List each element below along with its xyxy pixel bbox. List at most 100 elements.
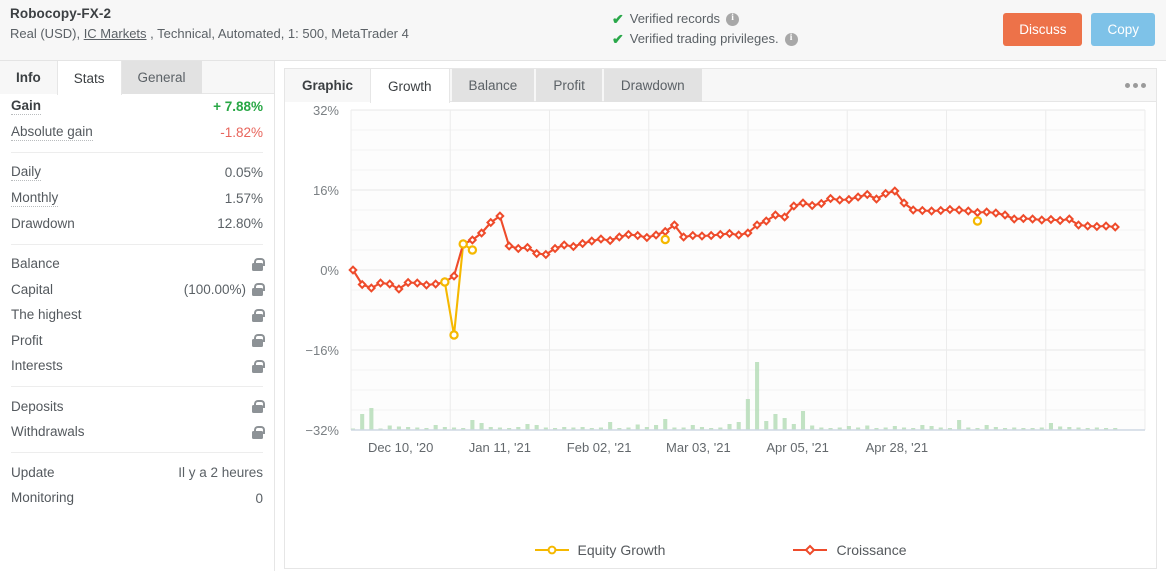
- croissance-point[interactable]: [1027, 214, 1038, 224]
- equity-point[interactable]: [972, 216, 983, 226]
- croissance-point[interactable]: [807, 200, 817, 211]
- stat-label[interactable]: Monthly: [11, 190, 59, 207]
- broker-link[interactable]: IC Markets: [84, 26, 147, 41]
- croissance-point[interactable]: [880, 188, 891, 199]
- tab-growth[interactable]: Growth: [370, 69, 450, 103]
- croissance-point[interactable]: [899, 198, 909, 208]
- croissance-point[interactable]: [1000, 210, 1010, 220]
- croissance-point[interactable]: [568, 241, 579, 252]
- kebab-horizontal-icon[interactable]: [1125, 69, 1146, 102]
- croissance-point[interactable]: [752, 220, 762, 230]
- croissance-point[interactable]: [531, 248, 542, 259]
- tab-balance[interactable]: Balance: [451, 69, 535, 102]
- equity-point[interactable]: [467, 245, 478, 255]
- croissance-point[interactable]: [798, 198, 808, 208]
- legend-item[interactable]: Equity Growth: [534, 542, 665, 558]
- croissance-point[interactable]: [835, 195, 845, 205]
- sidebar-tab-general[interactable]: General: [121, 61, 202, 94]
- croissance-point[interactable]: [596, 234, 606, 244]
- croissance-point[interactable]: [853, 192, 863, 202]
- discuss-button[interactable]: Discuss: [1003, 13, 1083, 46]
- croissance-point[interactable]: [1009, 214, 1019, 224]
- croissance-point[interactable]: [660, 226, 670, 237]
- croissance-point[interactable]: [550, 243, 560, 254]
- croissance-point[interactable]: [733, 230, 744, 240]
- croissance-point[interactable]: [1064, 214, 1075, 224]
- info-icon[interactable]: i: [784, 32, 798, 46]
- croissance-point[interactable]: [706, 230, 716, 241]
- croissance-point[interactable]: [1037, 215, 1047, 225]
- croissance-point[interactable]: [1110, 222, 1120, 232]
- croissance-point[interactable]: [715, 229, 726, 240]
- tab-drawdown[interactable]: Drawdown: [603, 69, 702, 102]
- croissance-point[interactable]: [770, 210, 781, 220]
- stat-label[interactable]: Absolute gain: [11, 124, 93, 141]
- croissance-point[interactable]: [917, 205, 928, 216]
- croissance-point[interactable]: [366, 283, 377, 293]
- croissance-point[interactable]: [421, 280, 432, 290]
- croissance-point[interactable]: [412, 278, 422, 288]
- croissance-point[interactable]: [697, 231, 707, 241]
- croissance-point[interactable]: [486, 217, 496, 228]
- croissance-point[interactable]: [678, 232, 689, 242]
- info-icon[interactable]: i: [726, 12, 740, 26]
- croissance-point[interactable]: [816, 198, 827, 209]
- croissance-point[interactable]: [761, 216, 771, 226]
- croissance-point[interactable]: [504, 241, 514, 251]
- croissance-point[interactable]: [430, 279, 441, 289]
- equity-point[interactable]: [660, 234, 670, 245]
- croissance-point[interactable]: [495, 211, 505, 221]
- croissance-point[interactable]: [981, 207, 992, 217]
- croissance-point[interactable]: [779, 212, 790, 222]
- croissance-point[interactable]: [890, 186, 900, 196]
- croissance-point[interactable]: [991, 208, 1001, 218]
- croissance-point[interactable]: [385, 279, 395, 289]
- croissance-point[interactable]: [825, 193, 836, 204]
- croissance-point[interactable]: [348, 265, 358, 275]
- croissance-point[interactable]: [1018, 213, 1029, 224]
- croissance-point[interactable]: [1092, 221, 1102, 232]
- equity-point[interactable]: [458, 239, 468, 249]
- croissance-point[interactable]: [688, 230, 698, 241]
- croissance-point[interactable]: [605, 235, 615, 246]
- stat-label[interactable]: Gain: [11, 98, 42, 116]
- equity-point[interactable]: [449, 330, 459, 340]
- croissance-point[interactable]: [577, 238, 588, 249]
- croissance-point[interactable]: [587, 236, 597, 246]
- croissance-point[interactable]: [1055, 215, 1065, 226]
- copy-button[interactable]: Copy: [1091, 13, 1155, 46]
- croissance-point[interactable]: [614, 232, 625, 242]
- croissance-point[interactable]: [449, 271, 459, 281]
- croissance-point[interactable]: [972, 207, 983, 218]
- tab-graphic[interactable]: Graphic: [285, 69, 371, 102]
- croissance-point[interactable]: [926, 206, 937, 216]
- sidebar-tab-stats[interactable]: Stats: [56, 61, 122, 95]
- croissance-point[interactable]: [669, 220, 680, 230]
- croissance-point[interactable]: [375, 278, 386, 288]
- croissance-point[interactable]: [936, 205, 946, 216]
- stat-label[interactable]: Daily: [11, 164, 42, 182]
- croissance-point[interactable]: [651, 230, 661, 240]
- croissance-point[interactable]: [963, 206, 974, 216]
- croissance-point[interactable]: [945, 204, 955, 215]
- croissance-point[interactable]: [513, 243, 524, 254]
- croissance-point[interactable]: [357, 279, 367, 290]
- croissance-point[interactable]: [394, 284, 404, 294]
- croissance-point[interactable]: [632, 230, 643, 241]
- croissance-point[interactable]: [1046, 214, 1056, 225]
- croissance-point[interactable]: [1073, 220, 1084, 230]
- croissance-point[interactable]: [871, 194, 882, 204]
- croissance-point[interactable]: [476, 228, 487, 238]
- croissance-point[interactable]: [954, 205, 964, 215]
- croissance-point[interactable]: [559, 240, 569, 250]
- croissance-point[interactable]: [541, 249, 551, 260]
- croissance-point[interactable]: [467, 235, 478, 245]
- legend-item[interactable]: Croissance: [793, 542, 906, 558]
- equity-point[interactable]: [440, 277, 450, 287]
- croissance-point[interactable]: [1101, 221, 1111, 231]
- croissance-point[interactable]: [743, 228, 753, 238]
- croissance-point[interactable]: [862, 189, 872, 200]
- croissance-point[interactable]: [724, 228, 735, 239]
- croissance-point[interactable]: [1082, 221, 1093, 231]
- croissance-point[interactable]: [623, 229, 634, 240]
